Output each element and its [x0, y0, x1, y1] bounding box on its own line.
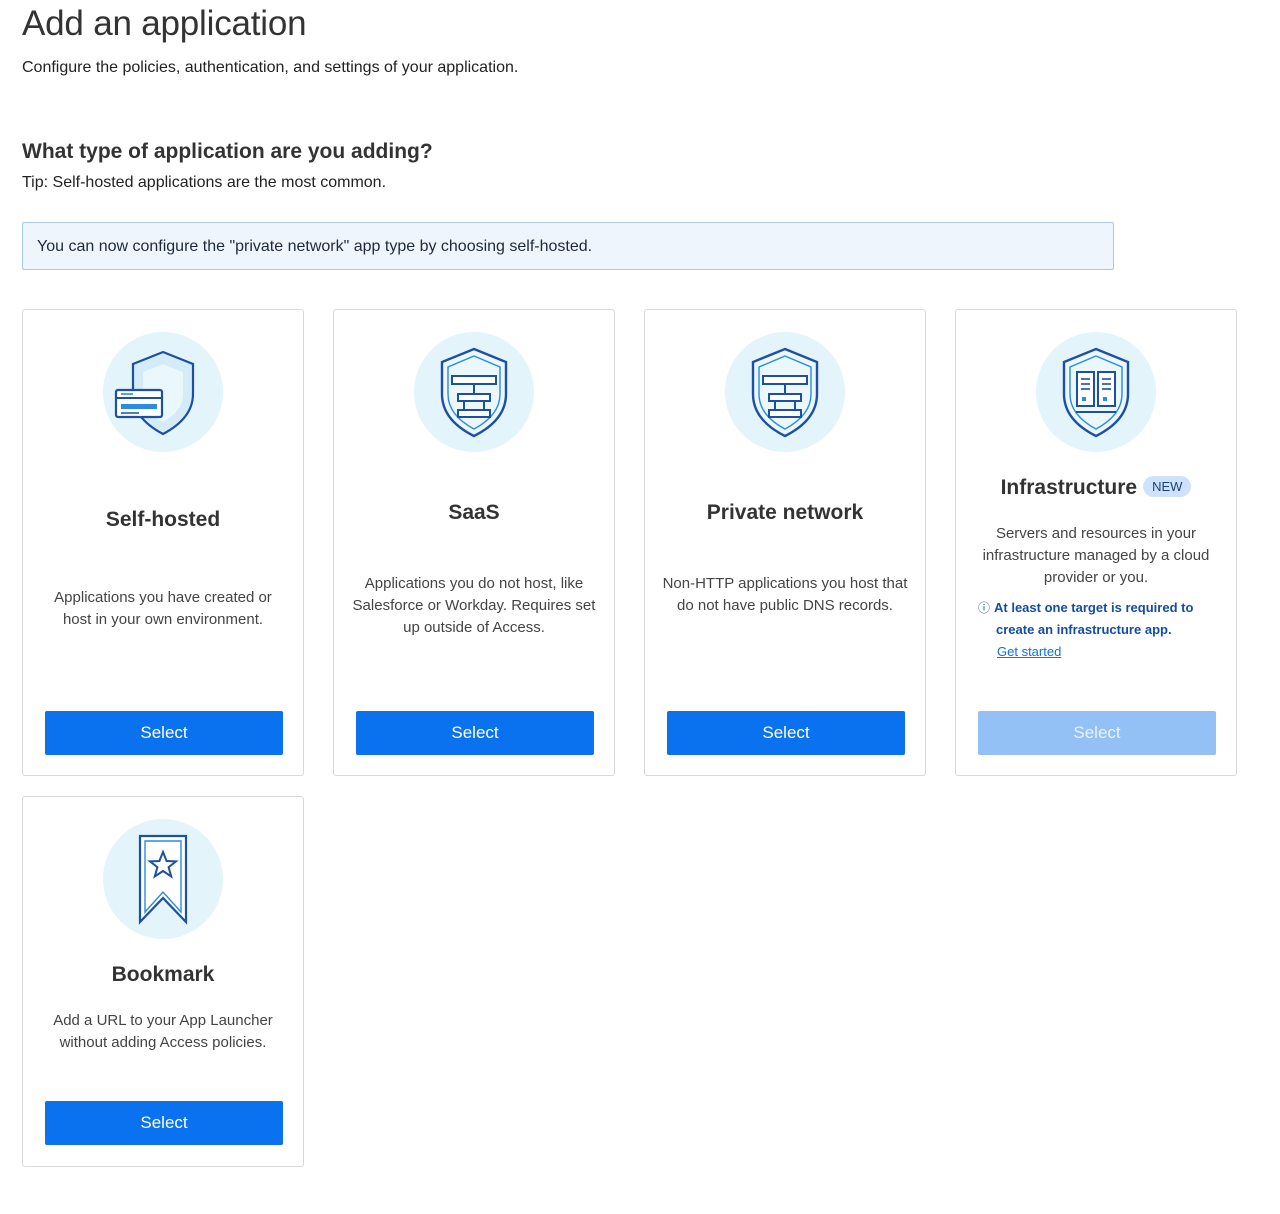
- card-title: SaaS: [448, 501, 500, 524]
- info-banner: You can now configure the "private netwo…: [22, 222, 1114, 270]
- browser-shield-icon: [103, 332, 223, 452]
- page-subtitle: Configure the policies, authentication, …: [22, 59, 519, 76]
- network-shield-icon: [725, 332, 845, 452]
- section-title: What type of application are you adding?: [22, 140, 433, 163]
- page-title: Add an application: [22, 4, 307, 43]
- card-title: Infrastructure NEW: [956, 476, 1236, 500]
- notice-text-line2: create an infrastructure app.: [996, 622, 1172, 637]
- card-description: Non-HTTP applications you host that do n…: [662, 575, 908, 614]
- card-title: Self-hosted: [105, 508, 221, 531]
- card-description: Servers and resources in your infrastruc…: [982, 525, 1210, 586]
- app-type-card-saas: SaaS Applications you do not host, like …: [333, 309, 615, 776]
- select-bookmark-button[interactable]: Select: [45, 1101, 283, 1145]
- card-title-text: Infrastructure: [1000, 476, 1138, 499]
- bookmark-star-icon: [103, 819, 223, 939]
- card-description: Applications you have created or host in…: [54, 589, 272, 628]
- network-shield-icon: [414, 332, 534, 452]
- new-badge: NEW: [1143, 476, 1192, 497]
- server-shield-icon: [1036, 332, 1156, 452]
- notice-text-line1: At least one target is required to: [994, 600, 1194, 615]
- app-type-card-self-hosted: Self-hosted Applications you have create…: [22, 309, 304, 776]
- select-private-network-button[interactable]: Select: [667, 711, 905, 755]
- infrastructure-notice: ⓘ At least one target is required to crea…: [978, 597, 1220, 663]
- select-saas-button[interactable]: Select: [356, 711, 594, 755]
- card-title: Private network: [706, 501, 864, 524]
- select-infrastructure-button[interactable]: Select: [978, 711, 1216, 755]
- app-type-card-bookmark: Bookmark Add a URL to your App Launcher …: [22, 796, 304, 1167]
- section-tip: Tip: Self-hosted applications are the mo…: [22, 174, 387, 191]
- get-started-link[interactable]: Get started: [978, 641, 1220, 663]
- info-circle-icon: ⓘ: [978, 601, 991, 615]
- card-description: Add a URL to your App Launcher without a…: [53, 1012, 273, 1051]
- card-title: Bookmark: [111, 963, 215, 986]
- select-self-hosted-button[interactable]: Select: [45, 711, 283, 755]
- app-type-card-private-network: Private network Non-HTTP applications yo…: [644, 309, 926, 776]
- card-description: Applications you do not host, like Sales…: [352, 575, 596, 636]
- app-type-card-infrastructure: Infrastructure NEW Servers and resources …: [955, 309, 1237, 776]
